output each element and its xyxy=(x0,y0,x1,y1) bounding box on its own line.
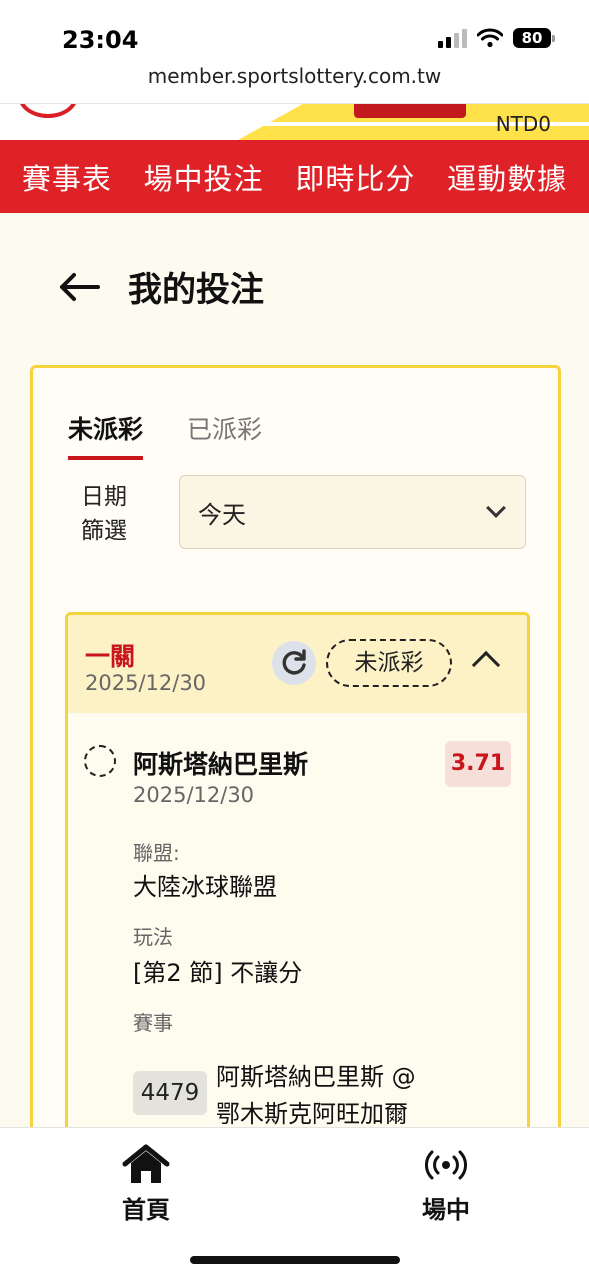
status-icons: 80 xyxy=(438,28,555,48)
tab-settled[interactable]: 已派彩 xyxy=(187,410,262,460)
nav-item-live-betting[interactable]: 場中投注 xyxy=(144,156,264,198)
match-name: 阿斯塔納巴里斯 @ 鄂木斯克阿旺加爾 xyxy=(216,1063,416,1128)
url-bar[interactable]: member.sportslottery.com.tw xyxy=(0,62,589,104)
bottom-nav-live[interactable]: 場中 xyxy=(422,1144,470,1225)
match-id: 4479 xyxy=(133,1071,207,1115)
bottom-nav-home[interactable]: 首頁 xyxy=(122,1144,170,1225)
date-filter-value: 今天 xyxy=(198,500,246,529)
chevron-up-icon[interactable] xyxy=(471,650,501,680)
date-filter-label: 日期 篩選 xyxy=(81,484,127,544)
bet-tabs: 未派彩 已派彩 xyxy=(68,410,262,460)
refresh-button[interactable] xyxy=(272,641,316,685)
radio-icon xyxy=(84,745,116,777)
wifi-icon xyxy=(477,28,503,48)
selection-name: 阿斯塔納巴里斯 xyxy=(133,750,309,779)
market-label: 玩法 xyxy=(133,925,173,949)
refresh-icon xyxy=(282,649,306,675)
nav-item-live-score[interactable]: 即時比分 xyxy=(295,156,415,198)
league-value: 大陸冰球聯盟 xyxy=(133,873,277,901)
bet-leg: 阿斯塔納巴里斯 3.71 2025/12/30 聯盟: 大陸冰球聯盟 玩法 [第… xyxy=(68,713,527,1128)
account-balance: NTD0 xyxy=(495,112,551,136)
home-icon xyxy=(122,1144,170,1183)
leg-date: 2025/12/30 xyxy=(133,783,255,807)
bottom-nav-live-label: 場中 xyxy=(422,1196,470,1224)
nav-item-schedule[interactable]: 賽事表 xyxy=(22,156,112,198)
login-button[interactable] xyxy=(354,104,466,118)
bottom-nav-home-label: 首頁 xyxy=(122,1196,170,1224)
market-value: [第2 節] 不讓分 xyxy=(133,959,303,987)
page-title: 我的投注 xyxy=(128,270,264,310)
signal-icon xyxy=(438,28,467,48)
date-filter-select[interactable]: 今天 xyxy=(179,475,526,549)
status-badge: 未派彩 xyxy=(326,639,452,687)
back-arrow-icon[interactable] xyxy=(58,272,100,302)
odds-badge: 3.71 xyxy=(445,741,511,787)
battery-icon: 80 xyxy=(513,28,555,48)
live-broadcast-icon xyxy=(425,1150,467,1180)
status-bar: 23:04 80 xyxy=(0,0,589,62)
page-header: 我的投注 xyxy=(58,262,264,311)
tab-unsettled[interactable]: 未派彩 xyxy=(68,410,144,460)
chevron-down-icon xyxy=(486,498,506,518)
bet-card: 一關 2025/12/30 未派彩 阿斯塔納巴里斯 3.71 2025/12/3… xyxy=(65,612,530,1172)
status-time: 23:04 xyxy=(62,26,139,54)
bet-card-header[interactable]: 一關 2025/12/30 未派彩 xyxy=(68,615,527,713)
main-nav: 賽事表 場中投注 即時比分 運動數據 xyxy=(0,140,589,213)
bet-type: 一關 xyxy=(85,642,136,671)
home-indicator xyxy=(190,1256,400,1264)
bet-date: 2025/12/30 xyxy=(85,671,207,695)
league-label: 聯盟: xyxy=(133,841,180,865)
site-header: NTD0 xyxy=(0,104,589,140)
event-label: 賽事 xyxy=(133,1011,173,1035)
bets-panel: 未派彩 已派彩 日期 篩選 今天 一關 2025/12/30 未派彩 阿斯塔納巴… xyxy=(30,365,561,1172)
site-logo[interactable] xyxy=(18,104,78,118)
nav-item-sports-data[interactable]: 運動數據 xyxy=(447,156,567,198)
